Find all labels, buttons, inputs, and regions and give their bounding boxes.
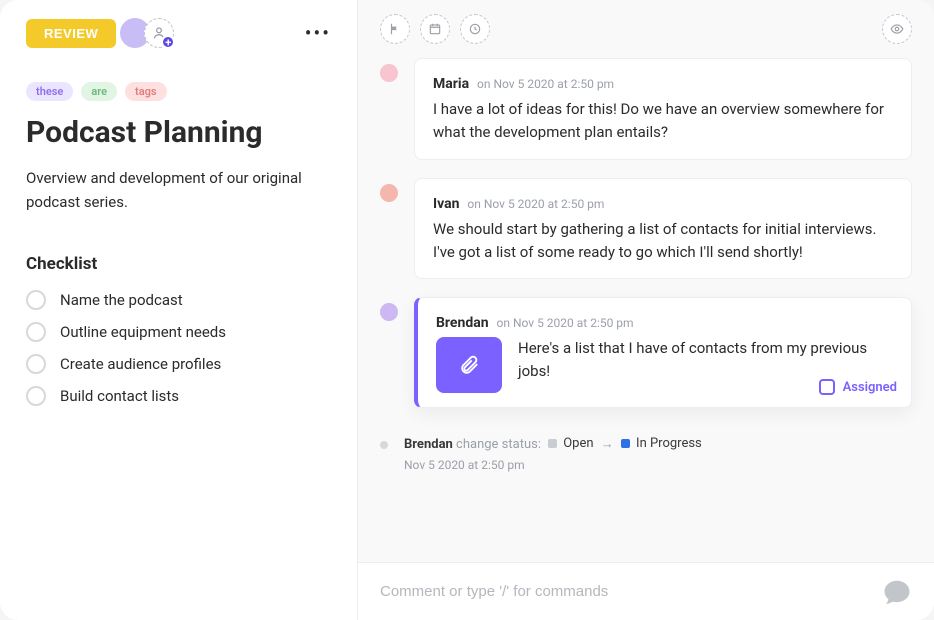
calendar-icon xyxy=(428,22,442,36)
review-button[interactable]: REVIEW xyxy=(26,19,116,48)
tag[interactable]: these xyxy=(26,82,73,101)
status-author: Brendan xyxy=(404,437,453,452)
status-verb: change status: xyxy=(456,437,541,452)
status-dot-icon xyxy=(380,441,388,449)
more-menu-button[interactable]: ••• xyxy=(305,21,331,45)
left-top-bar: REVIEW + ••• xyxy=(26,18,331,48)
set-date-button[interactable] xyxy=(420,14,450,44)
checklist-item-label: Build contact lists xyxy=(60,387,179,405)
assigned-badge[interactable]: Assigned xyxy=(819,379,897,395)
comment-time: on Nov 5 2020 at 2:50 pm xyxy=(467,197,604,211)
checkbox-icon[interactable] xyxy=(26,290,46,310)
assigned-label: Assigned xyxy=(843,380,897,395)
comment-time: on Nov 5 2020 at 2:50 pm xyxy=(497,316,634,330)
assignee-avatars: + xyxy=(126,18,174,48)
eye-icon xyxy=(890,22,904,36)
right-panel: Maria on Nov 5 2020 at 2:50 pm I have a … xyxy=(358,0,934,620)
add-assignee-button[interactable]: + xyxy=(144,18,174,48)
clock-icon xyxy=(468,22,482,36)
set-time-button[interactable] xyxy=(460,14,490,44)
watch-button[interactable] xyxy=(882,14,912,44)
checklist-item[interactable]: Outline equipment needs xyxy=(26,322,331,342)
comment-author: Brendan xyxy=(436,315,489,331)
task-description[interactable]: Overview and development of our original… xyxy=(26,166,331,214)
flag-icon xyxy=(388,22,402,36)
comment-header: Maria on Nov 5 2020 at 2:50 pm xyxy=(433,73,893,92)
checkbox-icon[interactable] xyxy=(819,379,835,395)
comment-header: Ivan on Nov 5 2020 at 2:50 pm xyxy=(433,193,893,212)
activity-feed: Maria on Nov 5 2020 at 2:50 pm I have a … xyxy=(358,58,934,562)
comment-card[interactable]: Ivan on Nov 5 2020 at 2:50 pm We should … xyxy=(414,178,912,280)
tag-list: these are tags xyxy=(26,82,331,101)
checkbox-icon[interactable] xyxy=(26,354,46,374)
status-change-body: Brendan change status: Open → In Progres… xyxy=(404,436,706,472)
checklist-item-label: Create audience profiles xyxy=(60,355,221,373)
plus-icon: + xyxy=(161,35,175,49)
arrow-right-icon: → xyxy=(601,437,614,452)
comment-author: Ivan xyxy=(433,196,459,212)
comment-header: Brendan on Nov 5 2020 at 2:50 pm xyxy=(436,312,893,331)
status-from-label: Open xyxy=(563,436,593,451)
avatar[interactable] xyxy=(380,184,398,202)
left-panel: REVIEW + ••• these are tags Podcast Plan… xyxy=(0,0,358,620)
task-title[interactable]: Podcast Planning xyxy=(26,115,331,150)
avatar[interactable] xyxy=(380,303,398,321)
checklist-item[interactable]: Name the podcast xyxy=(26,290,331,310)
checklist-item[interactable]: Build contact lists xyxy=(26,386,331,406)
comment-body: Here's a list that I have of contacts fr… xyxy=(518,337,893,384)
status-from: Open xyxy=(548,436,593,451)
comment-time: on Nov 5 2020 at 2:50 pm xyxy=(477,77,614,91)
comment-row: Maria on Nov 5 2020 at 2:50 pm I have a … xyxy=(358,58,912,160)
comment-input[interactable] xyxy=(380,583,882,600)
right-toolbar xyxy=(358,0,934,58)
comment-body: We should start by gathering a list of c… xyxy=(433,218,893,265)
paperclip-icon xyxy=(458,354,480,376)
comment-card-assigned[interactable]: Brendan on Nov 5 2020 at 2:50 pm Here's … xyxy=(414,297,912,408)
avatar[interactable] xyxy=(380,64,398,82)
chat-bubble-icon[interactable] xyxy=(882,577,912,607)
checklist-heading: Checklist xyxy=(26,254,331,274)
set-priority-button[interactable] xyxy=(380,14,410,44)
checklist-item-label: Outline equipment needs xyxy=(60,323,226,341)
tag[interactable]: tags xyxy=(125,82,167,101)
status-color-icon xyxy=(548,439,557,448)
comment-author: Maria xyxy=(433,76,469,92)
app-window: REVIEW + ••• these are tags Podcast Plan… xyxy=(0,0,934,620)
comment-row: Ivan on Nov 5 2020 at 2:50 pm We should … xyxy=(358,178,912,280)
status-to-label: In Progress xyxy=(636,436,702,451)
attachment-thumbnail[interactable] xyxy=(436,337,502,393)
comment-body: I have a lot of ideas for this! Do we ha… xyxy=(433,98,893,145)
status-to: In Progress xyxy=(621,436,702,451)
checkbox-icon[interactable] xyxy=(26,322,46,342)
comment-composer xyxy=(358,562,934,620)
tag[interactable]: are xyxy=(81,82,117,101)
checklist-item[interactable]: Create audience profiles xyxy=(26,354,331,374)
checkbox-icon[interactable] xyxy=(26,386,46,406)
checklist-item-label: Name the podcast xyxy=(60,291,183,309)
status-change-time: Nov 5 2020 at 2:50 pm xyxy=(404,458,706,472)
comment-card[interactable]: Maria on Nov 5 2020 at 2:50 pm I have a … xyxy=(414,58,912,160)
comment-row: Brendan on Nov 5 2020 at 2:50 pm Here's … xyxy=(358,297,912,408)
status-change-row: Brendan change status: Open → In Progres… xyxy=(358,436,912,472)
status-color-icon xyxy=(621,439,630,448)
